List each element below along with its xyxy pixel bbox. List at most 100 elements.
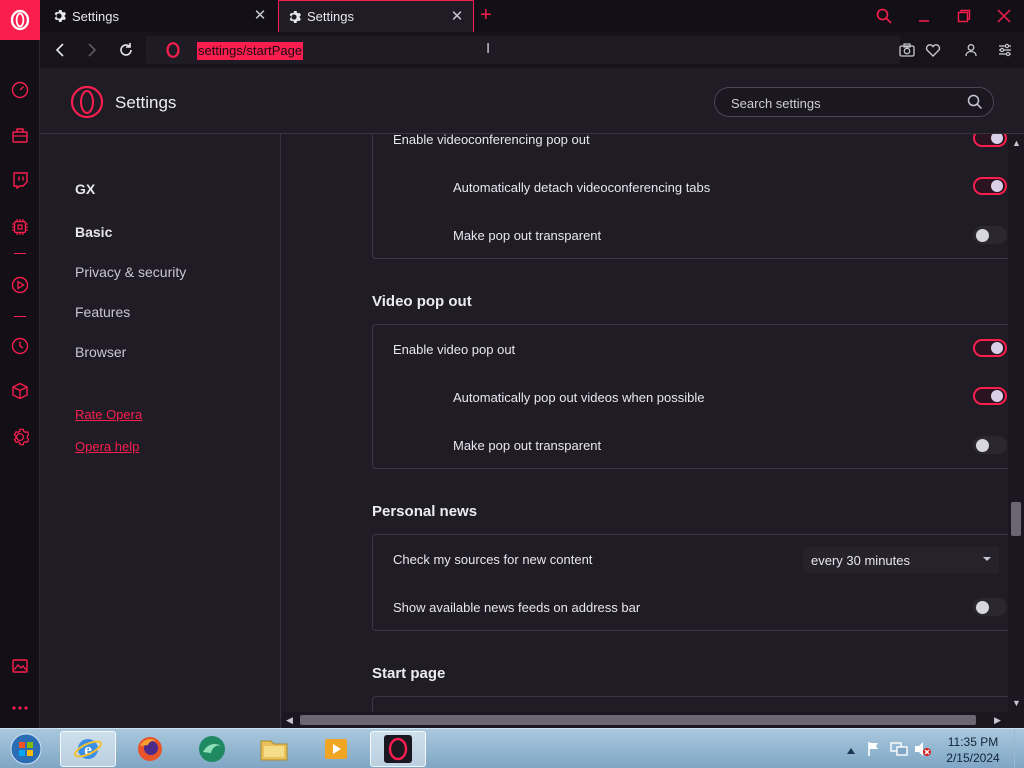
horizontal-scrollbar[interactable]: ◀ ▶ bbox=[282, 712, 1008, 728]
search-input[interactable] bbox=[731, 94, 951, 112]
action-center-flag-icon[interactable] bbox=[866, 741, 882, 762]
scroll-down-arrow-icon[interactable]: ▼ bbox=[1012, 698, 1021, 708]
speed-dial-icon[interactable] bbox=[8, 78, 32, 102]
account-icon[interactable] bbox=[962, 41, 980, 59]
video-popout-auto-label: Automatically pop out videos when possib… bbox=[453, 390, 705, 405]
horizontal-scroll-thumb[interactable] bbox=[300, 715, 976, 725]
address-bar[interactable]: settings/startPage I bbox=[146, 36, 900, 64]
opera-logo-icon bbox=[70, 85, 104, 124]
taskbar-app-green[interactable] bbox=[184, 731, 240, 767]
more-icon[interactable] bbox=[8, 696, 32, 720]
settings-content: Enable videoconferencing pop out Automat… bbox=[282, 134, 1008, 712]
taskbar-file-explorer[interactable] bbox=[246, 731, 302, 767]
videoconf-enable-toggle[interactable] bbox=[973, 134, 1007, 147]
camera-icon[interactable] bbox=[898, 41, 916, 59]
volume-muted-icon[interactable] bbox=[914, 741, 932, 762]
reload-button[interactable] bbox=[116, 40, 136, 60]
close-tab-icon[interactable]: ✕ bbox=[449, 9, 465, 25]
minimize-icon[interactable] bbox=[912, 4, 936, 28]
sidebar-divider bbox=[14, 253, 26, 254]
video-pop-out-card: Enable video pop out Automatically pop o… bbox=[372, 324, 1008, 469]
videoconf-transparent-toggle[interactable] bbox=[973, 226, 1007, 244]
show-desktop-button[interactable] bbox=[1014, 729, 1024, 768]
gx-control-icon[interactable] bbox=[8, 215, 32, 239]
clock-date: 2/15/2024 bbox=[946, 751, 1000, 765]
news-feeds-toggle[interactable] bbox=[973, 598, 1007, 616]
settings-search[interactable] bbox=[714, 87, 994, 117]
opera-gx-taskbar-icon bbox=[384, 735, 412, 763]
back-button[interactable] bbox=[50, 40, 70, 60]
video-popout-enable-toggle[interactable] bbox=[973, 339, 1007, 357]
scroll-left-arrow-icon[interactable]: ◀ bbox=[286, 715, 293, 726]
scroll-up-arrow-icon[interactable]: ▲ bbox=[1012, 138, 1021, 148]
news-frequency-value: every 30 minutes bbox=[811, 553, 910, 568]
taskbar-internet-explorer[interactable]: e bbox=[60, 731, 116, 767]
sidebar bbox=[0, 40, 40, 728]
forward-button[interactable] bbox=[82, 40, 102, 60]
network-icon[interactable] bbox=[890, 741, 908, 762]
video-popout-enable-label: Enable video pop out bbox=[393, 342, 516, 357]
toggle-knob bbox=[976, 601, 989, 614]
sidebar-divider bbox=[14, 316, 26, 317]
gear-icon bbox=[52, 9, 66, 23]
extensions-cube-icon[interactable] bbox=[8, 379, 32, 403]
vertical-scroll-thumb[interactable] bbox=[1011, 502, 1021, 536]
close-tab-icon[interactable]: ✕ bbox=[252, 8, 268, 24]
settings-gear-icon[interactable] bbox=[8, 425, 32, 449]
new-tab-button[interactable]: + bbox=[480, 4, 492, 27]
start-page-card bbox=[372, 696, 1008, 712]
nav-item-features[interactable]: Features bbox=[75, 304, 130, 320]
tab-label: Settings bbox=[307, 9, 354, 24]
nav-item-gx[interactable]: GX bbox=[75, 181, 95, 197]
scroll-right-arrow-icon[interactable]: ▶ bbox=[994, 715, 1001, 726]
gear-icon bbox=[287, 10, 301, 24]
taskbar-firefox[interactable] bbox=[122, 731, 178, 767]
taskbar-media-player[interactable] bbox=[308, 731, 364, 767]
personal-news-card: Check my sources for new content every 3… bbox=[372, 534, 1008, 631]
player-icon[interactable] bbox=[8, 273, 32, 297]
text-cursor-icon: I bbox=[486, 40, 491, 57]
video-popout-auto-toggle[interactable] bbox=[973, 387, 1007, 405]
restore-icon[interactable] bbox=[952, 4, 976, 28]
twitch-icon[interactable] bbox=[8, 168, 32, 192]
settings-nav: GX Basic Privacy & security Features Bro… bbox=[40, 134, 281, 728]
taskbar-opera-gx[interactable] bbox=[370, 731, 426, 767]
opera-gx-menu-button[interactable] bbox=[0, 0, 40, 40]
rate-opera-link[interactable]: Rate Opera bbox=[75, 407, 142, 422]
videoconf-transparent-label: Make pop out transparent bbox=[453, 228, 602, 243]
green-app-icon bbox=[199, 736, 225, 762]
video-popout-transparent-toggle[interactable] bbox=[973, 436, 1007, 454]
toggle-knob bbox=[976, 229, 989, 242]
search-tabs-icon[interactable] bbox=[872, 4, 896, 28]
videoconf-enable-label: Enable videoconferencing pop out bbox=[393, 134, 590, 147]
system-clock[interactable]: 11:35 PM 2/15/2024 bbox=[938, 734, 1008, 766]
news-frequency-dropdown[interactable]: every 30 minutes bbox=[803, 547, 999, 573]
wallpaper-icon[interactable] bbox=[8, 654, 32, 678]
toggle-knob bbox=[991, 390, 1003, 402]
windows-logo-icon bbox=[10, 733, 42, 765]
gx-corner-icon[interactable] bbox=[8, 123, 32, 147]
start-button[interactable] bbox=[6, 731, 46, 767]
search-icon[interactable] bbox=[967, 94, 983, 115]
media-player-icon bbox=[325, 739, 347, 759]
history-icon[interactable] bbox=[8, 334, 32, 358]
nav-item-basic[interactable]: Basic bbox=[75, 224, 112, 240]
video-popout-transparent-label: Make pop out transparent bbox=[453, 438, 602, 453]
videoconf-detach-toggle[interactable] bbox=[973, 177, 1007, 195]
close-window-icon[interactable] bbox=[992, 4, 1016, 28]
nav-item-browser[interactable]: Browser bbox=[75, 344, 126, 360]
tab-label: Settings bbox=[72, 8, 119, 24]
opera-gx-logo-icon bbox=[10, 9, 30, 31]
url-text[interactable]: settings/startPage bbox=[197, 42, 304, 60]
tab-settings-2[interactable]: Settings ✕ bbox=[278, 0, 474, 32]
nav-item-privacy-security[interactable]: Privacy & security bbox=[75, 264, 186, 280]
address-toolbar: settings/startPage I bbox=[40, 32, 1024, 68]
show-hidden-icons-icon[interactable] bbox=[846, 742, 856, 760]
easy-setup-icon[interactable] bbox=[996, 41, 1014, 59]
opera-help-link[interactable]: Opera help bbox=[75, 439, 139, 454]
toggle-knob bbox=[976, 439, 989, 452]
page-title: Settings bbox=[115, 93, 177, 112]
vertical-scrollbar[interactable]: ▲ ▼ bbox=[1008, 134, 1024, 712]
tab-settings-1[interactable]: Settings ✕ bbox=[44, 0, 276, 32]
heart-icon[interactable] bbox=[924, 41, 942, 59]
